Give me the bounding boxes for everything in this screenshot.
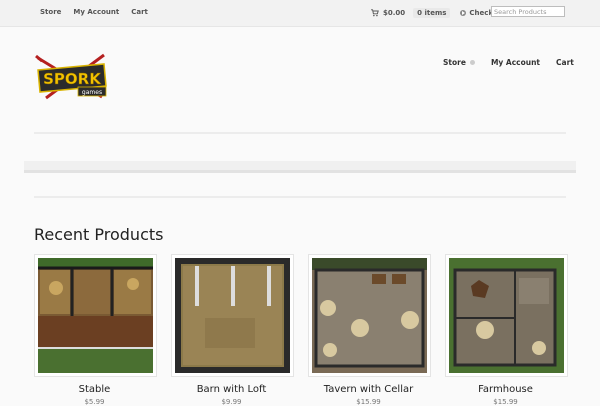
banner-band: [24, 161, 576, 173]
cart-items-badge[interactable]: 0 items: [413, 8, 451, 18]
product-name[interactable]: Farmhouse: [445, 384, 566, 395]
product-price: $5.99: [84, 398, 105, 406]
top-nav-cart-link[interactable]: Cart: [131, 8, 148, 16]
product-price: $9.99: [221, 398, 242, 406]
product-name[interactable]: Stable: [34, 384, 155, 395]
cart-summary: $0.00 0 items Checkout: [371, 8, 506, 18]
product-card[interactable]: Farmhouse $15.99: [445, 254, 568, 406]
divider: [34, 132, 566, 134]
tavern-map-image: [312, 258, 427, 373]
top-nav: Store My Account Cart: [40, 8, 148, 16]
cart-total[interactable]: $0.00: [383, 9, 405, 17]
section-title: Recent Products: [34, 225, 164, 244]
stable-map-image: [38, 258, 153, 373]
main-nav-store[interactable]: Store: [443, 58, 475, 67]
checkout-arrow-icon: [460, 10, 467, 16]
cart-icon[interactable]: [371, 9, 379, 17]
top-nav-account-link[interactable]: My Account: [73, 8, 119, 16]
spork-games-logo[interactable]: SPORK games: [34, 52, 110, 102]
dropdown-indicator-icon: [469, 60, 475, 65]
product-thumbnail[interactable]: [171, 254, 294, 377]
product-name[interactable]: Tavern with Cellar: [308, 384, 429, 395]
farmhouse-map-image: [449, 258, 564, 373]
product-price: $15.99: [356, 398, 381, 406]
main-nav-cart[interactable]: Cart: [556, 58, 574, 67]
main-nav-account[interactable]: My Account: [491, 58, 540, 67]
divider: [34, 196, 566, 198]
product-card[interactable]: Tavern with Cellar $15.99: [308, 254, 431, 406]
product-thumbnail[interactable]: [308, 254, 431, 377]
main-nav-store-label: Store: [443, 58, 466, 67]
barn-map-image: [175, 258, 290, 373]
product-name[interactable]: Barn with Loft: [171, 384, 292, 395]
main-nav: Store My Account Cart: [443, 58, 574, 67]
logo-text: SPORK: [43, 70, 102, 88]
product-thumbnail[interactable]: [34, 254, 157, 377]
product-card[interactable]: Stable $5.99: [34, 254, 157, 406]
search-input[interactable]: [491, 6, 565, 17]
product-price: $15.99: [493, 398, 518, 406]
logo-subtext: games: [82, 89, 102, 96]
product-card[interactable]: Barn with Loft $9.99: [171, 254, 294, 406]
top-nav-store-link[interactable]: Store: [40, 8, 61, 16]
top-bar: Store My Account Cart $0.00 0 items Chec…: [0, 0, 600, 27]
product-thumbnail[interactable]: [445, 254, 568, 377]
